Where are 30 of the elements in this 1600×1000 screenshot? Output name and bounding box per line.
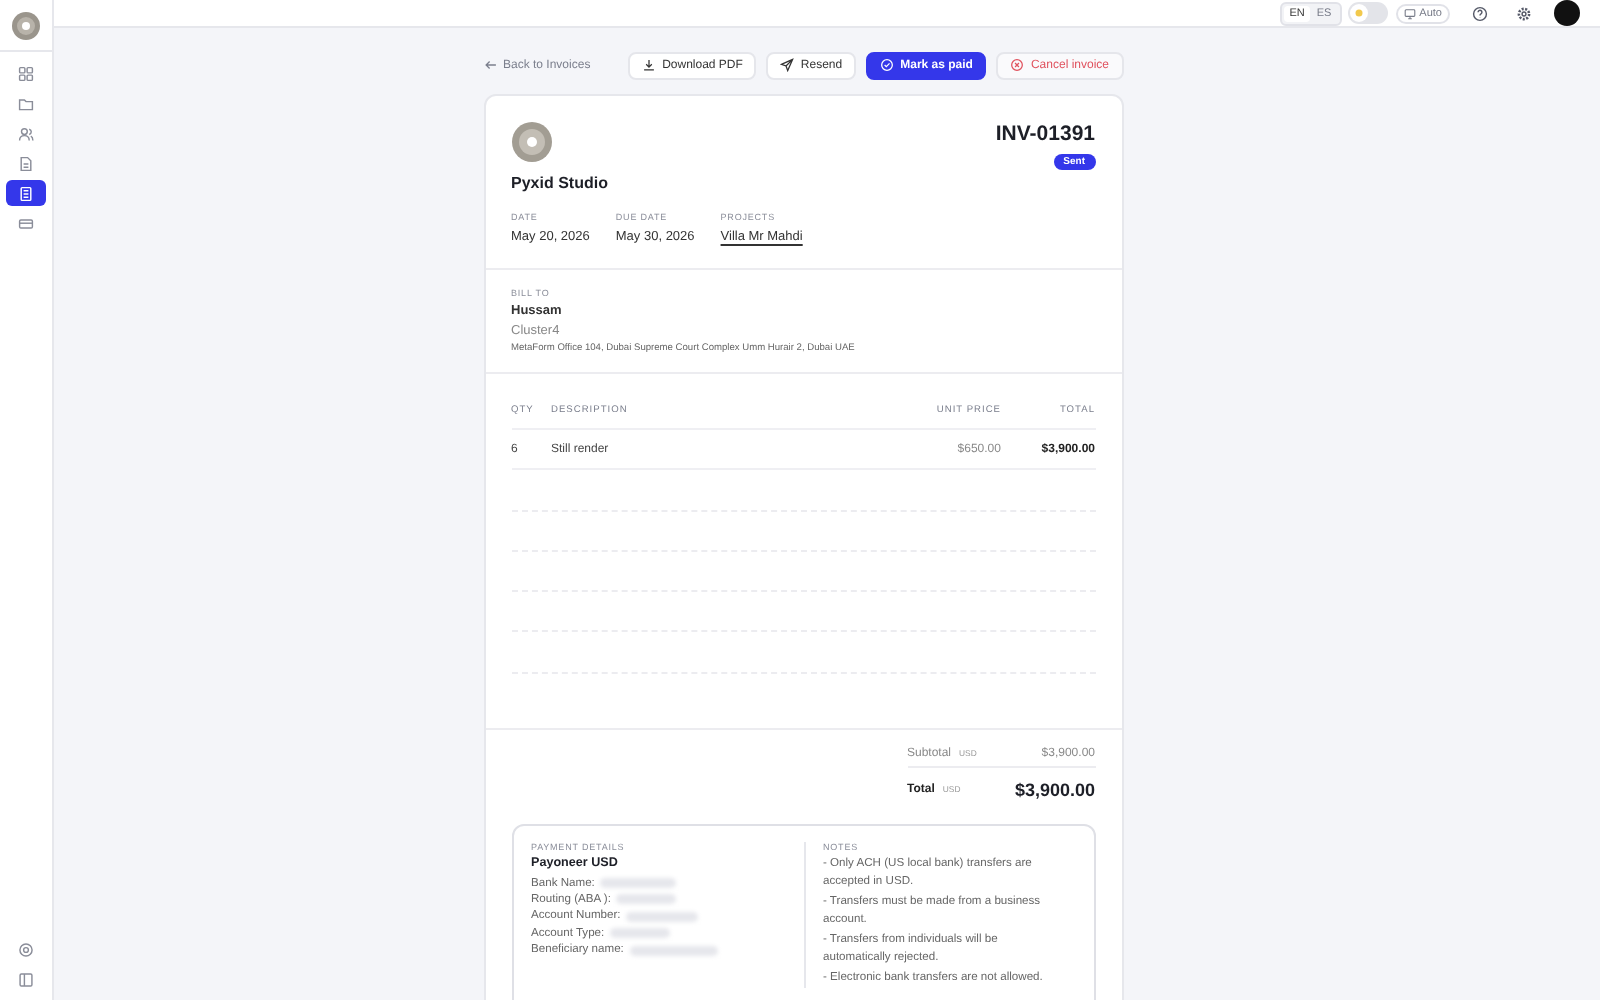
company-logo <box>511 122 551 162</box>
grid-icon <box>18 65 34 81</box>
logo-icon <box>12 11 40 39</box>
invoice-icon <box>18 185 34 201</box>
settings-icon[interactable] <box>1516 5 1532 21</box>
users-icon <box>18 125 34 141</box>
avatar[interactable] <box>1554 0 1580 26</box>
download-icon <box>642 58 657 72</box>
card-icon <box>18 215 34 231</box>
theme-toggle[interactable] <box>1347 2 1388 24</box>
check-circle-icon <box>880 58 895 72</box>
monitor-icon <box>1403 7 1416 19</box>
redacted-value <box>610 928 671 939</box>
send-icon <box>780 58 795 72</box>
redacted-value <box>600 878 677 889</box>
sidebar-panel-icon <box>18 971 34 987</box>
redacted-value <box>616 894 677 905</box>
help-icon[interactable] <box>1472 5 1488 21</box>
x-circle-icon <box>1010 58 1025 72</box>
folder-icon <box>18 95 34 111</box>
redacted-value <box>626 911 699 922</box>
arrow-left-icon <box>483 58 497 72</box>
total-value: $3,900.00 <box>1014 779 1095 800</box>
invoice-nav-item[interactable] <box>6 180 46 206</box>
sun-icon <box>1351 6 1366 20</box>
help-icon <box>18 941 34 957</box>
company-name: Pyxid Studio <box>511 174 608 192</box>
file-icon <box>18 155 34 171</box>
redacted-value <box>629 945 718 956</box>
invoice-number: INV-01391 <box>995 122 1095 146</box>
